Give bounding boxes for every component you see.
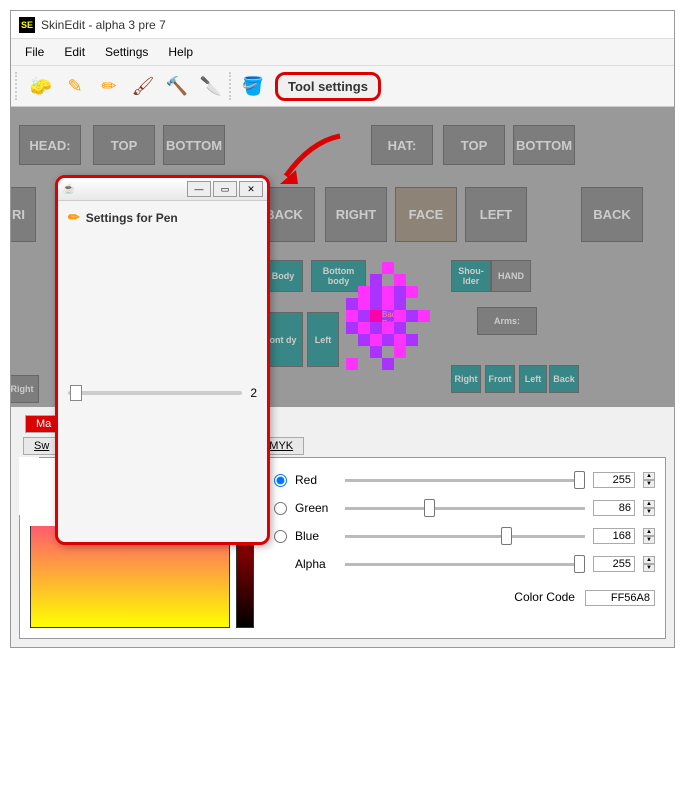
slider-red[interactable] xyxy=(345,479,585,482)
callout-arrow-icon xyxy=(280,132,350,197)
red-up[interactable]: ▲ xyxy=(643,472,655,480)
region-leftb: Left xyxy=(519,365,547,393)
label-alpha: Alpha xyxy=(295,557,337,571)
knife-tool-icon[interactable]: 🔪 xyxy=(195,70,227,102)
radio-red[interactable] xyxy=(274,474,287,487)
region-back2: BACK xyxy=(581,187,643,242)
blue-down[interactable]: ▼ xyxy=(643,536,655,544)
region-leftm: Left xyxy=(307,312,339,367)
input-blue[interactable] xyxy=(593,528,635,544)
region-bottom2: BOTTOM xyxy=(513,125,575,165)
pencil-icon: ✏ xyxy=(68,209,80,226)
titlebar: SE SkinEdit - alpha 3 pre 7 xyxy=(11,11,674,39)
tool-settings-button[interactable]: Tool settings xyxy=(275,72,381,101)
region-backb: Back xyxy=(549,365,579,393)
slider-green[interactable] xyxy=(345,507,585,510)
input-alpha[interactable] xyxy=(593,556,635,572)
color-code-input[interactable] xyxy=(585,590,655,606)
region-face: FACE xyxy=(395,187,457,242)
hammer-tool-icon[interactable]: 🔨 xyxy=(161,70,193,102)
menubar: File Edit Settings Help xyxy=(11,39,674,66)
menu-help[interactable]: Help xyxy=(158,41,203,63)
region-rightb: Right xyxy=(11,375,39,403)
alpha-down[interactable]: ▼ xyxy=(643,564,655,572)
app-icon: SE xyxy=(19,17,35,33)
region-front: Front xyxy=(485,365,515,393)
slider-blue[interactable] xyxy=(345,535,585,538)
alpha-up[interactable]: ▲ xyxy=(643,556,655,564)
radio-blue[interactable] xyxy=(274,530,287,543)
region-left: LEFT xyxy=(465,187,527,242)
toolbar: 🧽 ✎ ✏ 🖌 🔨 🔪 🪣 Tool settings xyxy=(11,66,674,107)
input-green[interactable] xyxy=(593,500,635,516)
region-top: TOP xyxy=(93,125,155,165)
close-icon[interactable]: ✕ xyxy=(239,181,263,197)
region-head: HEAD: xyxy=(19,125,81,165)
color-code-label: Color Code xyxy=(514,590,575,604)
pen-size-slider[interactable] xyxy=(68,391,242,395)
green-down[interactable]: ▼ xyxy=(643,508,655,516)
window-title: SkinEdit - alpha 3 pre 7 xyxy=(41,18,166,32)
region-bottom: BOTTOM xyxy=(163,125,225,165)
java-icon: ☕ xyxy=(62,182,76,196)
label-blue: Blue xyxy=(295,529,337,543)
menu-file[interactable]: File xyxy=(15,41,54,63)
menu-edit[interactable]: Edit xyxy=(54,41,95,63)
eraser-tool-icon[interactable]: 🧽 xyxy=(25,70,57,102)
region-top2: TOP xyxy=(443,125,505,165)
slider-alpha[interactable] xyxy=(345,563,585,566)
maximize-icon[interactable]: ▭ xyxy=(213,181,237,197)
pixel-art: Back Body xyxy=(346,262,461,402)
input-red[interactable] xyxy=(593,472,635,488)
green-up[interactable]: ▲ xyxy=(643,500,655,508)
pencil-tool-icon[interactable]: ✎ xyxy=(59,70,91,102)
region-ri: RI xyxy=(11,187,36,242)
label-green: Green xyxy=(295,501,337,515)
popup-title: Settings for Pen xyxy=(86,211,178,225)
popup-titlebar: ☕ — ▭ ✕ xyxy=(58,178,267,201)
tool-settings-popup: ☕ — ▭ ✕ ✏ Settings for Pen 2 xyxy=(55,175,270,545)
region-hat: HAT: xyxy=(371,125,433,165)
pen-size-value: 2 xyxy=(250,386,257,400)
brush-tool-icon[interactable]: 🖌 xyxy=(127,70,159,102)
pen-tool-icon[interactable]: ✏ xyxy=(93,70,125,102)
region-arms: Arms: xyxy=(477,307,537,335)
rgb-controls: Red ▲▼ Green ▲▼ Blue ▲▼ xyxy=(274,468,655,628)
bucket-tool-icon[interactable]: 🪣 xyxy=(237,70,269,102)
label-red: Red xyxy=(295,473,337,487)
minimize-icon[interactable]: — xyxy=(187,181,211,197)
red-down[interactable]: ▼ xyxy=(643,480,655,488)
region-hand: HAND xyxy=(491,260,531,292)
blue-up[interactable]: ▲ xyxy=(643,528,655,536)
menu-settings[interactable]: Settings xyxy=(95,41,158,63)
radio-green[interactable] xyxy=(274,502,287,515)
